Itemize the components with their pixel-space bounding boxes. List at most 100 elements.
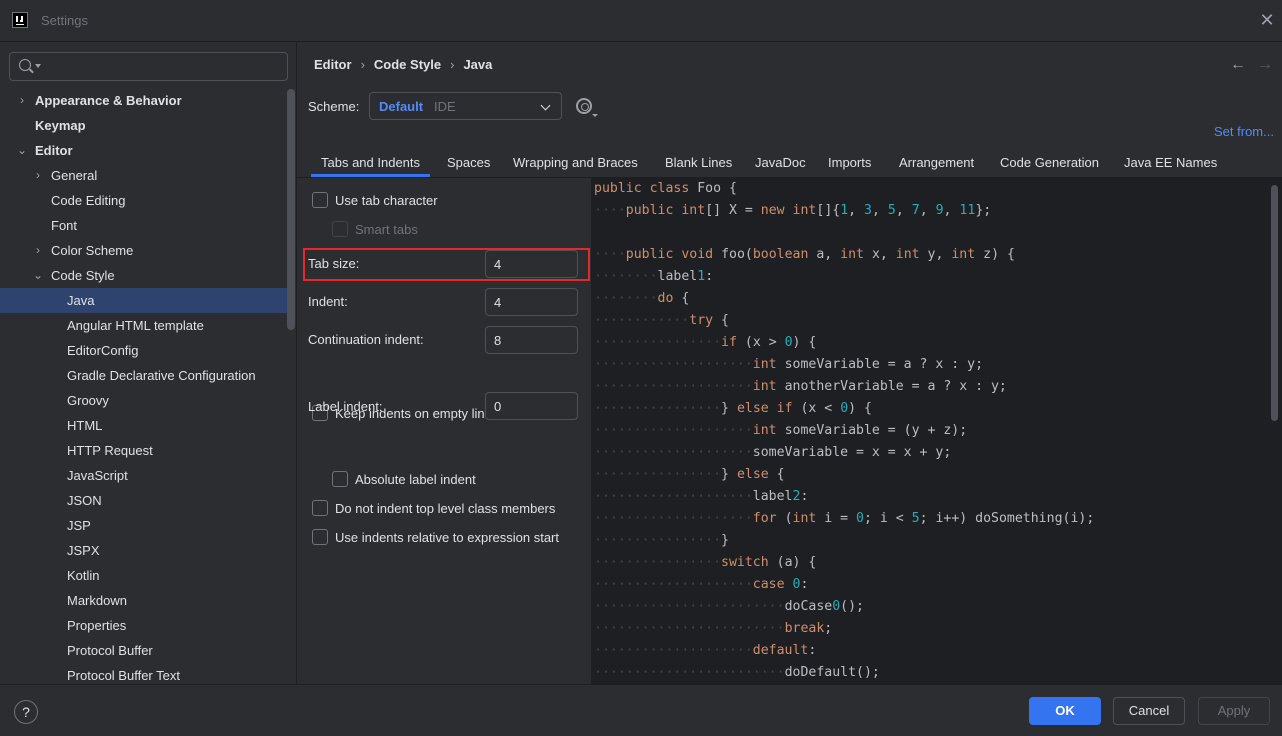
cancel-button[interactable]: Cancel — [1113, 697, 1185, 725]
tab-code-generation[interactable]: Code Generation — [1000, 150, 1099, 176]
smart-tabs-label: Smart tabs — [355, 222, 418, 237]
sidebar-item-font[interactable]: Font — [0, 213, 290, 238]
sidebar-item-appearance-behavior[interactable]: › Appearance & Behavior — [0, 88, 290, 113]
sidebar-item-code-editing[interactable]: Code Editing — [0, 188, 290, 213]
use-tab-character-label: Use tab character — [335, 193, 438, 208]
title-bar: Settings ✕ — [0, 0, 1282, 42]
sidebar-item-label: Groovy — [67, 393, 109, 408]
tab-arrangement[interactable]: Arrangement — [899, 150, 974, 176]
sidebar-item-kotlin[interactable]: Kotlin — [0, 563, 290, 588]
sidebar-item-angular-html-template[interactable]: Angular HTML template — [0, 313, 290, 338]
sidebar-item-color-scheme[interactable]: › Color Scheme — [0, 238, 290, 263]
code-line: ················switch (a) { — [594, 555, 817, 570]
label-indent-label: Label indent: — [308, 399, 383, 414]
tab-blank-lines[interactable]: Blank Lines — [665, 150, 732, 176]
sidebar-item-label: Protocol Buffer — [67, 643, 153, 658]
preview-scrollbar[interactable] — [1271, 185, 1278, 421]
checkbox-box[interactable] — [312, 529, 328, 545]
breadcrumb-item-code-style: Code Style — [373, 57, 442, 72]
chevron-right-icon[interactable]: › — [32, 163, 44, 188]
sidebar-item-label: Keymap — [35, 118, 86, 133]
apply-button[interactable]: Apply — [1198, 697, 1270, 725]
sidebar-item-jsp[interactable]: JSP — [0, 513, 290, 538]
chevron-down-icon[interactable]: ⌄ — [32, 263, 44, 288]
relative-indents-label: Use indents relative to expression start — [335, 530, 559, 545]
sidebar-item-label: General — [51, 168, 98, 183]
search-icon — [19, 59, 31, 71]
sidebar-item-jspx[interactable]: JSPX — [0, 538, 290, 563]
code-line: ····················case 0: — [594, 577, 809, 592]
sidebar-item-label: JavaScript — [67, 468, 128, 483]
sidebar-item-groovy[interactable]: Groovy — [0, 388, 290, 413]
code-line: ················if (x > 0) { — [594, 335, 817, 350]
sidebar-item-label: Gradle Declarative Configuration — [67, 368, 256, 383]
sidebar-item-html[interactable]: HTML — [0, 413, 290, 438]
tab-wrapping-and-braces[interactable]: Wrapping and Braces — [513, 150, 638, 176]
code-preview[interactable]: public class Foo {····public int[] X = n… — [591, 178, 1282, 684]
breadcrumb-separator: › — [450, 57, 455, 72]
sidebar-item-markdown[interactable]: Markdown — [0, 588, 290, 613]
sidebar-item-label: JSPX — [67, 543, 100, 558]
chevron-down-icon[interactable]: ⌄ — [16, 138, 28, 163]
sidebar-item-editorconfig[interactable]: EditorConfig — [0, 338, 290, 363]
code-line: ····················int someVariable = (… — [594, 423, 968, 438]
tab-tabs-and-indents[interactable]: Tabs and Indents — [310, 150, 431, 177]
tabs-and-indents-options: Use tab character Smart tabs Tab size: I… — [297, 178, 591, 684]
forward-arrow-icon[interactable]: → — [1257, 56, 1273, 74]
indent-input[interactable] — [485, 288, 578, 316]
sidebar-item-java[interactable]: Java — [0, 288, 290, 313]
scheme-value: Default — [379, 99, 424, 114]
sidebar-item-editor[interactable]: ⌄ Editor — [0, 138, 290, 163]
label-indent-input[interactable] — [485, 392, 578, 420]
code-line: ····················int someVariable = a… — [594, 357, 984, 372]
ok-button[interactable]: OK — [1029, 697, 1101, 725]
sidebar-scrollbar[interactable] — [287, 89, 295, 330]
no-indent-top-level-checkbox[interactable]: Do not indent top level class members — [312, 498, 582, 518]
back-arrow-icon[interactable]: ← — [1230, 56, 1246, 74]
use-tab-character-checkbox[interactable]: Use tab character — [312, 190, 572, 210]
sidebar-item-protocol-buffer-text[interactable]: Protocol Buffer Text — [0, 663, 290, 684]
absolute-label-indent-checkbox[interactable]: Absolute label indent — [332, 469, 572, 489]
gear-icon[interactable] — [576, 98, 598, 117]
continuation-indent-input[interactable] — [485, 326, 578, 354]
breadcrumb-item-editor: Editor — [314, 57, 352, 72]
tab-spaces[interactable]: Spaces — [447, 150, 490, 176]
relative-indents-checkbox[interactable]: Use indents relative to expression start — [312, 527, 582, 547]
sidebar-item-json[interactable]: JSON — [0, 488, 290, 513]
search-options-chevron-icon[interactable] — [35, 64, 41, 68]
set-from-link[interactable]: Set from... — [1214, 124, 1274, 139]
settings-search[interactable] — [9, 52, 288, 81]
sidebar-item-code-style[interactable]: ⌄ Code Style — [0, 263, 290, 288]
search-input[interactable] — [44, 57, 274, 76]
sidebar-item-properties[interactable]: Properties — [0, 613, 290, 638]
breadcrumb-separator: › — [360, 57, 365, 72]
code-line: ················} — [594, 533, 729, 548]
tab-size-input[interactable] — [485, 250, 578, 278]
tab-java-ee-names[interactable]: Java EE Names — [1124, 150, 1217, 176]
code-line: ····················someVariable = x = x… — [594, 445, 952, 460]
sidebar-item-javascript[interactable]: JavaScript — [0, 463, 290, 488]
code-line: public class Foo { — [594, 181, 737, 196]
sidebar-item-http-request[interactable]: HTTP Request — [0, 438, 290, 463]
code-line: ························break; — [594, 621, 833, 636]
checkbox-box[interactable] — [332, 221, 348, 237]
chevron-right-icon[interactable]: › — [16, 88, 28, 113]
code-line: ················} else { — [594, 467, 785, 482]
scheme-dropdown[interactable]: Default IDE — [369, 92, 562, 120]
smart-tabs-checkbox[interactable]: Smart tabs — [332, 219, 572, 239]
chevron-right-icon[interactable]: › — [32, 238, 44, 263]
sidebar-item-label: JSON — [67, 493, 102, 508]
help-icon[interactable]: ? — [14, 700, 38, 724]
tab-imports[interactable]: Imports — [828, 150, 871, 176]
sidebar-item-keymap[interactable]: Keymap — [0, 113, 290, 138]
checkbox-box[interactable] — [332, 471, 348, 487]
close-icon[interactable]: ✕ — [1258, 11, 1276, 29]
checkbox-box[interactable] — [312, 500, 328, 516]
sidebar-item-general[interactable]: › General — [0, 163, 290, 188]
checkbox-box[interactable] — [312, 192, 328, 208]
tab-javadoc[interactable]: JavaDoc — [755, 150, 806, 176]
sidebar-item-gradle-declarative-configuration[interactable]: Gradle Declarative Configuration — [0, 363, 290, 388]
sidebar-item-protocol-buffer[interactable]: Protocol Buffer — [0, 638, 290, 663]
sidebar-item-label: Appearance & Behavior — [35, 93, 182, 108]
